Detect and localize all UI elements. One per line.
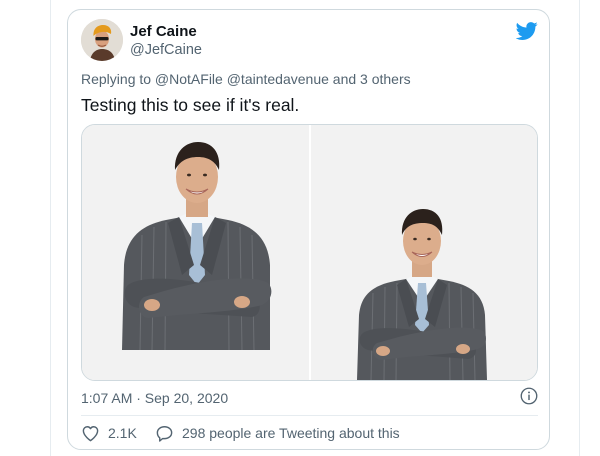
avatar[interactable] xyxy=(81,19,123,61)
timeline-border-left xyxy=(50,0,51,456)
photo-right[interactable] xyxy=(311,125,537,380)
tweeting-about-link[interactable]: 298 people are Tweeting about this xyxy=(155,421,400,445)
photo-left[interactable] xyxy=(82,125,309,380)
tweet-card[interactable]: Jef Caine @JefCaine Replying to @NotAFil… xyxy=(67,9,550,450)
page: Jef Caine @JefCaine Replying to @NotAFil… xyxy=(0,0,600,456)
twitter-bird-icon[interactable] xyxy=(516,20,538,42)
speech-bubble-icon xyxy=(156,425,173,442)
photo-left-image xyxy=(82,125,309,380)
photo-right-image xyxy=(311,125,537,380)
like-button[interactable]: 2.1K xyxy=(81,421,137,445)
author-display-name[interactable]: Jef Caine xyxy=(130,23,197,40)
reply-context[interactable]: Replying to @NotAFile @taintedavenue and… xyxy=(81,71,411,87)
engagement-bar: 2.1K 298 people are Tweeting about this xyxy=(81,421,538,445)
tweeting-about-count: 298 people are Tweeting about this xyxy=(182,425,400,441)
tweet-text: Testing this to see if it's real. xyxy=(81,95,300,115)
tweet-timestamp[interactable]: 1:07 AM · Sep 20, 2020 xyxy=(81,390,228,406)
timeline-border-right xyxy=(579,0,580,456)
author-handle[interactable]: @JefCaine xyxy=(130,42,202,58)
media-grid xyxy=(81,124,538,381)
like-count: 2.1K xyxy=(108,425,137,441)
avatar-image xyxy=(81,19,123,61)
heart-icon xyxy=(82,425,99,441)
stats-divider xyxy=(81,415,538,416)
info-icon[interactable] xyxy=(520,387,538,405)
